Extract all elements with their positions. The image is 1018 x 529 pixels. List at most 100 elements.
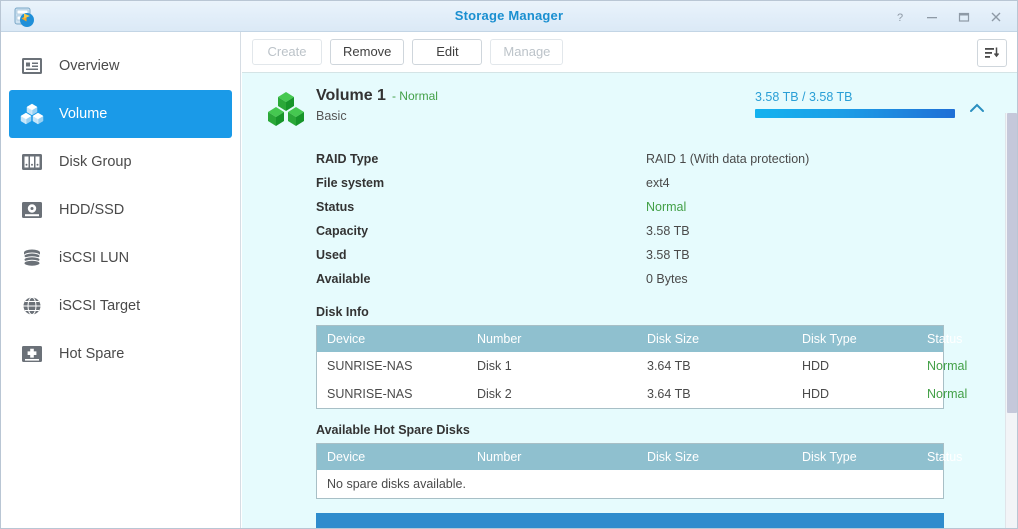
green-cubes-icon: [265, 89, 307, 129]
volume-name: Volume 1: [316, 87, 386, 104]
sidebar-item-label: Overview: [59, 58, 120, 74]
detail-key: Used: [316, 248, 347, 262]
detail-key: Status: [316, 200, 355, 214]
cell-status: Normal: [917, 380, 967, 409]
sidebar-item-hot-spare[interactable]: Hot Spare: [9, 330, 232, 378]
iscsi-lun-icon: [19, 245, 45, 271]
detail-value: 3.58 TB: [646, 224, 690, 238]
content-area: Create Remove Edit Manage Volume 1 - Nor…: [242, 32, 1017, 528]
table-row[interactable]: SUNRISE-NAS Disk 2 3.64 TB HDD Normal: [316, 380, 967, 409]
column-header-number[interactable]: Number: [467, 325, 637, 352]
capacity-label: 3.58 TB / 3.58 TB: [755, 90, 853, 104]
cell-number: Disk 1: [467, 352, 637, 380]
capacity-bar-fill: [755, 109, 955, 118]
close-icon[interactable]: [981, 4, 1011, 30]
table-row[interactable]: SUNRISE-NAS Disk 1 3.64 TB HDD Normal: [316, 352, 967, 380]
iscsi-target-icon: [19, 293, 45, 319]
sidebar-item-label: iSCSI LUN: [59, 250, 130, 266]
sidebar-item-iscsi-lun[interactable]: iSCSI LUN: [9, 234, 232, 282]
column-header-device[interactable]: Device: [316, 443, 467, 470]
detail-row: Available 0 Bytes: [316, 267, 989, 291]
column-header-disk-size[interactable]: Disk Size: [637, 325, 792, 352]
cell-disk-type: HDD: [792, 352, 917, 380]
volume-cubes-icon: [19, 101, 45, 127]
remove-button[interactable]: Remove: [330, 39, 405, 65]
create-button[interactable]: Create: [252, 39, 322, 65]
disk-info-table: Device Number Disk Size Disk Type Status…: [316, 325, 967, 409]
detail-value: 3.58 TB: [646, 248, 690, 262]
detail-value: RAID 1 (With data protection): [646, 152, 810, 166]
hot-spare-title: Available Hot Spare Disks: [316, 423, 470, 437]
svg-text:?: ?: [897, 12, 903, 23]
volume-panel: Volume 1 - Normal Basic 3.58 TB / 3.58 T…: [242, 72, 1017, 528]
capacity-bar: [755, 109, 955, 118]
detail-value: ext4: [646, 176, 670, 190]
sidebar-item-label: Volume: [59, 106, 108, 122]
column-header-disk-size[interactable]: Disk Size: [637, 443, 792, 470]
help-icon[interactable]: ?: [885, 4, 915, 30]
column-header-disk-type[interactable]: Disk Type: [792, 325, 917, 352]
sidebar-item-label: Disk Group: [59, 154, 132, 170]
column-header-status[interactable]: Status: [917, 443, 962, 470]
minimize-icon[interactable]: [917, 4, 947, 30]
manage-button[interactable]: Manage: [490, 39, 564, 65]
window-controls: ?: [885, 1, 1011, 32]
hot-spare-table: Device Number Disk Size Disk Type Status…: [316, 443, 962, 499]
disk-info-title: Disk Info: [316, 305, 369, 319]
detail-value: 0 Bytes: [646, 272, 688, 286]
disk-group-icon: [19, 149, 45, 175]
sidebar-item-label: Hot Spare: [59, 346, 125, 362]
cell-device: SUNRISE-NAS: [316, 380, 467, 409]
detail-row: File system ext4: [316, 171, 989, 195]
sidebar-item-iscsi-target[interactable]: iSCSI Target: [9, 282, 232, 330]
volume-panel-inner: Volume 1 - Normal Basic 3.58 TB / 3.58 T…: [242, 73, 1005, 528]
title-bar: Storage Manager ?: [1, 1, 1017, 32]
empty-message: No spare disks available.: [316, 470, 944, 499]
sidebar: Overview Volume Disk Group HDD/SSD iSCSI…: [1, 32, 241, 528]
detail-key: RAID Type: [316, 152, 379, 166]
table-empty-row: No spare disks available.: [316, 470, 944, 499]
detail-row: Capacity 3.58 TB: [316, 219, 989, 243]
cell-status: Normal: [917, 352, 967, 380]
table-header-row: Device Number Disk Size Disk Type Status: [316, 325, 962, 352]
column-header-device[interactable]: Device: [316, 325, 467, 352]
edit-button[interactable]: Edit: [412, 39, 483, 65]
table-header-row: Device Number Disk Size Disk Type Status: [316, 443, 962, 470]
scrollbar-thumb[interactable]: [1007, 113, 1017, 413]
detail-key: Available: [316, 272, 371, 286]
volume-status-inline: - Normal: [391, 89, 438, 103]
column-header-disk-type[interactable]: Disk Type: [792, 443, 917, 470]
hdd-ssd-icon: [19, 197, 45, 223]
volume-header[interactable]: Volume 1 - Normal Basic 3.58 TB / 3.58 T…: [262, 87, 989, 133]
next-volume-bar[interactable]: [316, 513, 944, 528]
sidebar-item-label: iSCSI Target: [59, 298, 141, 314]
detail-row: Status Normal: [316, 195, 989, 219]
cell-device: SUNRISE-NAS: [316, 352, 467, 380]
sidebar-item-label: HDD/SSD: [59, 202, 125, 218]
sidebar-item-hdd-ssd[interactable]: HDD/SSD: [9, 186, 232, 234]
column-header-status[interactable]: Status: [917, 325, 962, 352]
detail-key: File system: [316, 176, 385, 190]
volume-details: RAID Type RAID 1 (With data protection) …: [316, 147, 989, 291]
sidebar-item-disk-group[interactable]: Disk Group: [9, 138, 232, 186]
sidebar-item-volume[interactable]: Volume: [9, 90, 232, 138]
storage-manager-window: Storage Manager ? Overview Volume Disk G…: [0, 0, 1018, 529]
detail-row: Used 3.58 TB: [316, 243, 989, 267]
vertical-scrollbar[interactable]: [1005, 113, 1017, 528]
toolbar: Create Remove Edit Manage: [242, 32, 1017, 72]
detail-value-status: Normal: [646, 200, 687, 214]
column-header-number[interactable]: Number: [467, 443, 637, 470]
detail-key: Capacity: [316, 224, 369, 238]
maximize-icon[interactable]: [949, 4, 979, 30]
overview-icon: [19, 53, 45, 79]
sort-list-icon[interactable]: [977, 39, 1007, 67]
hot-spare-icon: [19, 341, 45, 367]
chevron-up-icon[interactable]: [967, 101, 987, 117]
cell-disk-type: HDD: [792, 380, 917, 409]
detail-row: RAID Type RAID 1 (With data protection): [316, 147, 989, 171]
window-title: Storage Manager: [454, 8, 564, 23]
cell-disk-size: 3.64 TB: [637, 380, 792, 409]
capacity-block: 3.58 TB / 3.58 TB: [755, 90, 955, 118]
sidebar-item-overview[interactable]: Overview: [9, 42, 232, 90]
cell-disk-size: 3.64 TB: [637, 352, 792, 380]
